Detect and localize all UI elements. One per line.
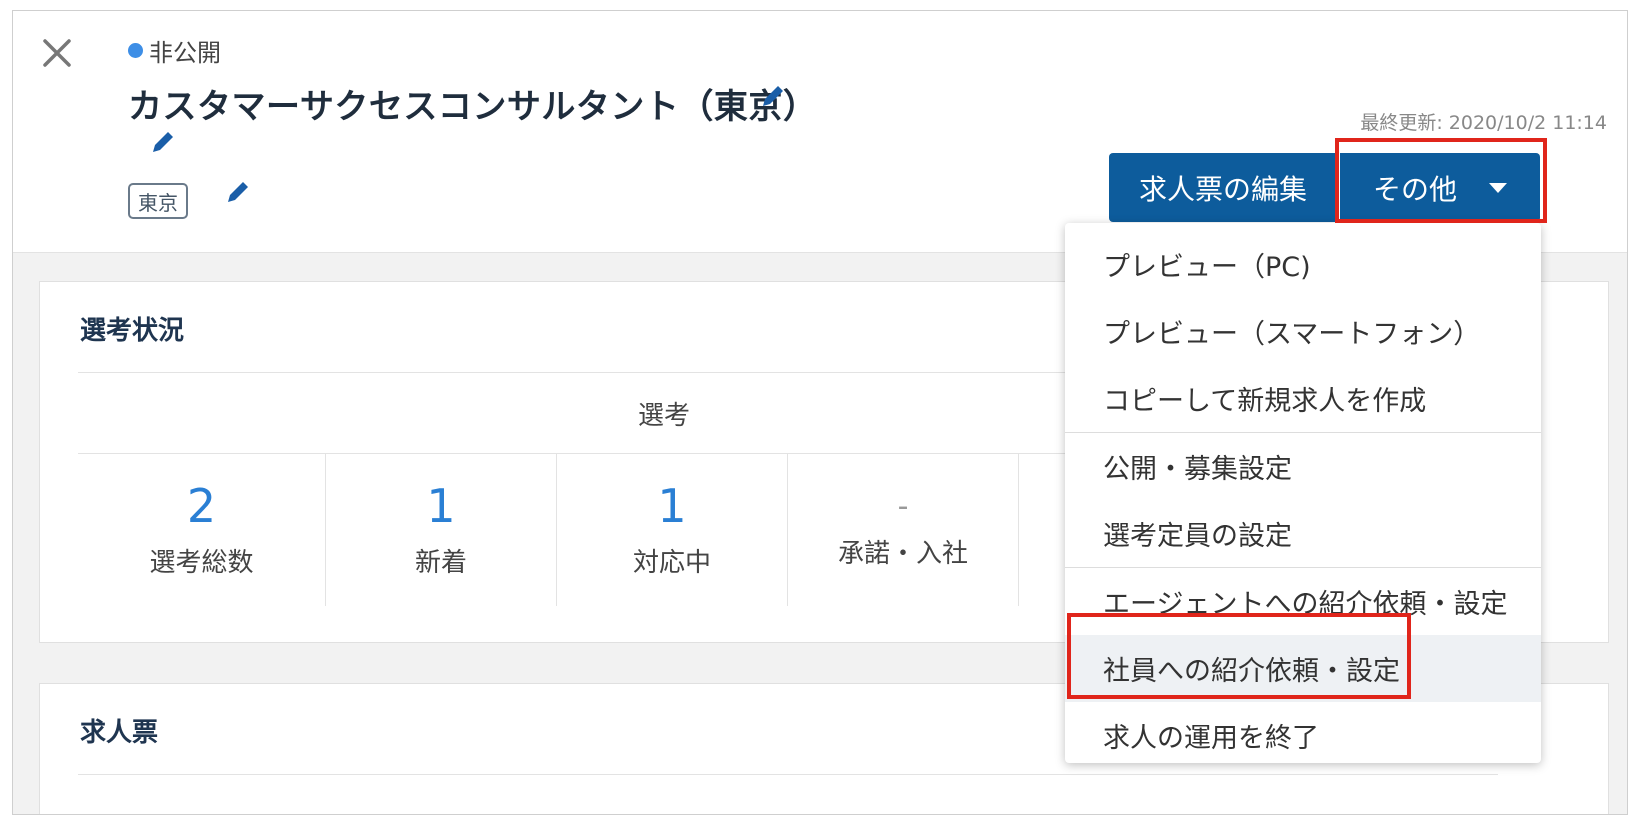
stat-value: -	[897, 489, 909, 524]
stat-total[interactable]: 2 選考総数	[78, 454, 326, 606]
caret-down-icon	[1489, 182, 1507, 193]
menu-item-preview-pc[interactable]: プレビュー（PC)	[1065, 231, 1541, 298]
publish-status: 非公開	[128, 33, 221, 68]
selection-group-label: 選考	[638, 400, 691, 431]
menu-item-agent-referral[interactable]: エージェントへの紹介依頼・設定	[1065, 568, 1541, 635]
divider	[78, 774, 1498, 775]
menu-item-copy-new-job[interactable]: コピーして新規求人を作成	[1065, 365, 1541, 432]
status-label: 非公開	[149, 39, 221, 67]
selection-stats: 2 選考総数 1 新着 1 対応中 - 承諾・入社	[78, 454, 1019, 606]
menu-item-employee-referral[interactable]: 社員への紹介依頼・設定	[1065, 635, 1541, 702]
stat-value: 1	[657, 479, 687, 534]
more-button-label: その他	[1372, 172, 1457, 206]
stat-label: 承諾・入社	[837, 539, 968, 569]
pencil-icon[interactable]	[148, 127, 178, 157]
stat-label: 新着	[414, 547, 467, 578]
last-updated: 最終更新: 2020/10/2 11:14	[1360, 112, 1607, 134]
status-dot-icon	[128, 43, 143, 58]
stat-label: 選考総数	[149, 547, 254, 578]
job-detail-panel: 非公開 カスタマーサクセスコンサルタント（東京） 東京 最終更新: 2020/1…	[12, 10, 1628, 815]
more-button[interactable]: その他	[1340, 153, 1540, 222]
stat-accepted[interactable]: - 承諾・入社	[788, 454, 1019, 606]
location-tag: 東京	[128, 183, 188, 219]
stat-label: 対応中	[632, 547, 711, 578]
stat-value: 1	[426, 479, 456, 534]
menu-item-end-job[interactable]: 求人の運用を終了	[1065, 702, 1541, 769]
stat-in-progress[interactable]: 1 対応中	[557, 454, 788, 606]
stat-value: 2	[186, 479, 217, 534]
job-posting-title: 求人票	[80, 718, 159, 748]
menu-item-preview-smartphone[interactable]: プレビュー（スマートフォン）	[1065, 298, 1541, 365]
pencil-icon[interactable]	[223, 177, 253, 207]
close-icon[interactable]	[37, 33, 77, 73]
selection-group-header: 選考	[78, 372, 1078, 454]
menu-item-publish-settings[interactable]: 公開・募集設定	[1065, 433, 1541, 500]
more-dropdown-menu: プレビュー（PC) プレビュー（スマートフォン） コピーして新規求人を作成 公開…	[1065, 223, 1541, 763]
pencil-icon[interactable]	[758, 81, 788, 111]
job-header: 非公開 カスタマーサクセスコンサルタント（東京） 東京 最終更新: 2020/1…	[13, 11, 1627, 253]
edit-job-button[interactable]: 求人票の編集	[1109, 153, 1337, 222]
stat-new[interactable]: 1 新着	[326, 454, 557, 606]
selection-status-title: 選考状況	[80, 316, 185, 346]
job-title: カスタマーサクセスコンサルタント（東京）	[128, 87, 818, 127]
menu-item-capacity-settings[interactable]: 選考定員の設定	[1065, 500, 1541, 567]
